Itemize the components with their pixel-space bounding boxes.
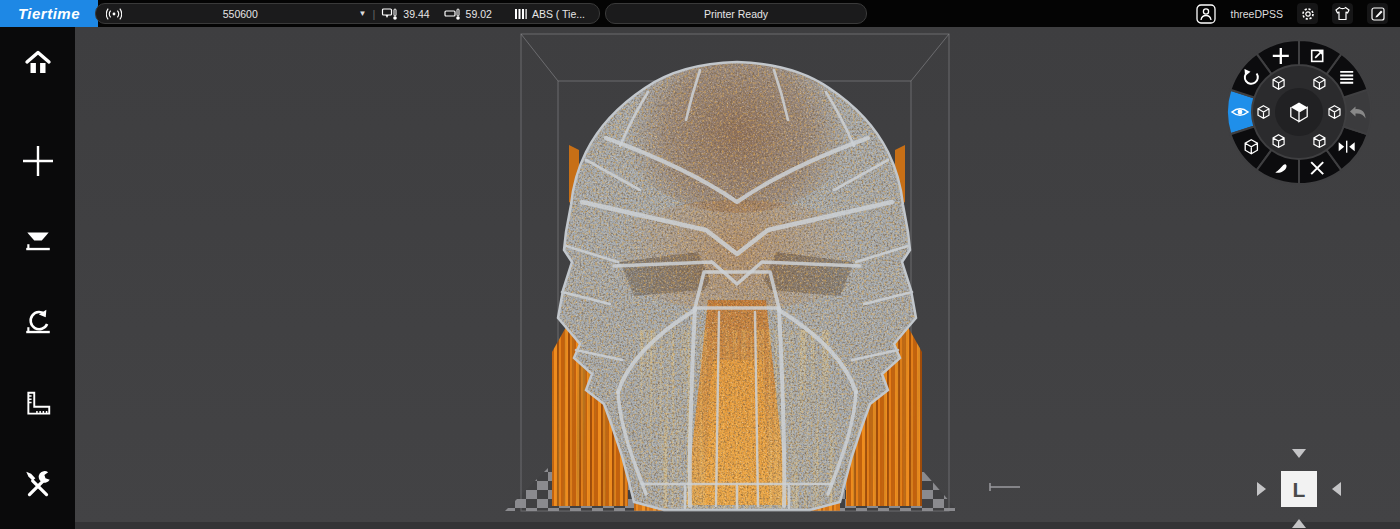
sidebar-item-maintenance[interactable] — [0, 462, 75, 506]
printer-selector[interactable]: 550600 ▼ | 39.44 59.02 ABS ( Tie... — [95, 3, 600, 24]
gear-icon — [1300, 6, 1316, 22]
bed-temp-icon — [444, 7, 462, 21]
sidebar — [0, 27, 75, 529]
news-button[interactable] — [1367, 3, 1388, 24]
sidebar-item-home[interactable] — [0, 41, 75, 85]
bed-temp-value: 59.02 — [466, 8, 492, 20]
sidebar-item-calibrate[interactable] — [0, 382, 75, 426]
shirt-icon — [1334, 6, 1351, 21]
separator: | — [372, 8, 375, 20]
account-label[interactable]: threeDPSS — [1230, 8, 1283, 20]
settings-button[interactable] — [1297, 3, 1318, 24]
news-icon — [1370, 6, 1386, 22]
user-icon[interactable] — [1196, 4, 1216, 24]
status-text: Printer Ready — [704, 8, 768, 20]
printer-status[interactable]: Printer Ready — [605, 3, 867, 24]
print-icon — [22, 226, 54, 256]
sidebar-item-add-model[interactable] — [0, 139, 75, 183]
sidebar-item-reslice[interactable] — [0, 302, 75, 346]
viewport-3d[interactable]: L — [75, 27, 1400, 529]
radial-menu — [1227, 40, 1371, 184]
printer-id: 550600 — [122, 8, 359, 20]
reslice-icon — [22, 309, 54, 339]
material-value: ABS ( Tie... — [532, 8, 585, 20]
wireless-signal-icon — [106, 7, 122, 21]
nozzle-temp-value: 39.44 — [403, 8, 429, 20]
chevron-down-icon[interactable]: ▼ — [359, 9, 367, 18]
sidebar-item-print[interactable] — [0, 219, 75, 263]
material-icon — [514, 7, 528, 21]
brand-logo[interactable]: Tiertime — [0, 0, 98, 27]
shirt-button[interactable] — [1332, 3, 1353, 24]
nav-cube-label: L — [1293, 478, 1306, 501]
home-icon — [22, 49, 54, 77]
ruler-icon — [22, 389, 54, 419]
plus-icon — [21, 144, 55, 178]
nozzle-temp-icon — [381, 7, 399, 21]
top-bar: Tiertime 550600 ▼ | 39.44 59.02 — [0, 0, 1400, 27]
scene-3d: L — [75, 27, 1400, 529]
viewport-bottom-edge — [75, 522, 1400, 529]
tools-icon — [22, 468, 54, 500]
